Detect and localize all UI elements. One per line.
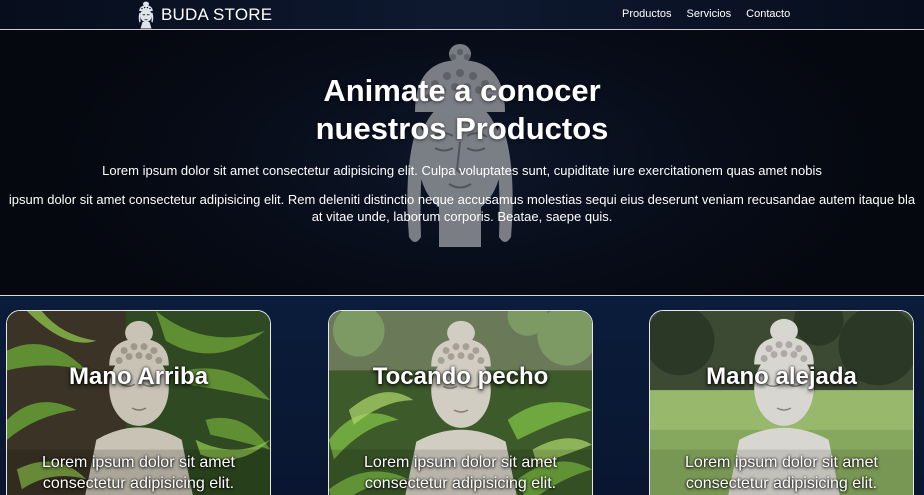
hero-title: Animate a conocer nuestros Productos — [0, 72, 924, 148]
product-card[interactable]: Tocando pecho Lorem ipsum dolor sit amet… — [328, 310, 593, 495]
hero-paragraph-line: ipsum dolor sit amet consectetur adipisi… — [8, 192, 916, 207]
hero-paragraph-line: at vitae unde, laborum corporis. Beatae,… — [311, 209, 613, 224]
hero-paragraph: ipsum dolor sit amet consectetur adipisi… — [0, 191, 924, 225]
products-section: Mano Arriba Lorem ipsum dolor sit amet c… — [0, 297, 924, 495]
product-card-text: Lorem ipsum dolor sit amet consectetur a… — [7, 452, 270, 494]
product-card[interactable]: Mano alejada Lorem ipsum dolor sit amet … — [649, 310, 914, 495]
brand-name: BUDA STORE — [161, 4, 273, 24]
hero-title-line: nuestros Productos — [315, 111, 609, 146]
nav-link-servicios[interactable]: Servicios — [687, 8, 732, 20]
hero-paragraph: Lorem ipsum dolor sit amet consectetur a… — [102, 163, 822, 178]
nav-link-productos[interactable]: Productos — [622, 8, 672, 20]
product-card-text: Lorem ipsum dolor sit amet consectetur a… — [650, 452, 913, 494]
nav-link-contacto[interactable]: Contacto — [746, 8, 790, 20]
product-card-text-line: consectetur adipisicing elit. — [42, 475, 235, 492]
product-card[interactable]: Mano Arriba Lorem ipsum dolor sit amet c… — [6, 310, 271, 495]
product-card-text: Lorem ipsum dolor sit amet consectetur a… — [329, 452, 592, 494]
product-card-title: Tocando pecho — [372, 363, 549, 390]
buddha-head-icon — [136, 1, 156, 29]
hero-title-line: Animate a conocer — [323, 73, 601, 108]
product-card-title: Mano alejada — [706, 363, 857, 390]
product-card-text-line: Lorem ipsum dolor sit amet — [685, 454, 878, 471]
product-card-title: Mano Arriba — [68, 363, 209, 390]
product-card-text-line: Lorem ipsum dolor sit amet — [42, 454, 235, 471]
product-card-text-line: consectetur adipisicing elit. — [685, 475, 878, 492]
product-card-text-line: consectetur adipisicing elit. — [364, 475, 557, 492]
brand[interactable]: BUDA STORE — [136, 0, 272, 29]
nav-links: Productos Servicios Contacto — [622, 0, 790, 28]
navbar: BUDA STORE Productos Servicios Contacto — [0, 0, 924, 30]
product-card-text-line: Lorem ipsum dolor sit amet — [364, 454, 557, 471]
hero-section: Animate a conocer nuestros Productos Lor… — [0, 30, 924, 296]
